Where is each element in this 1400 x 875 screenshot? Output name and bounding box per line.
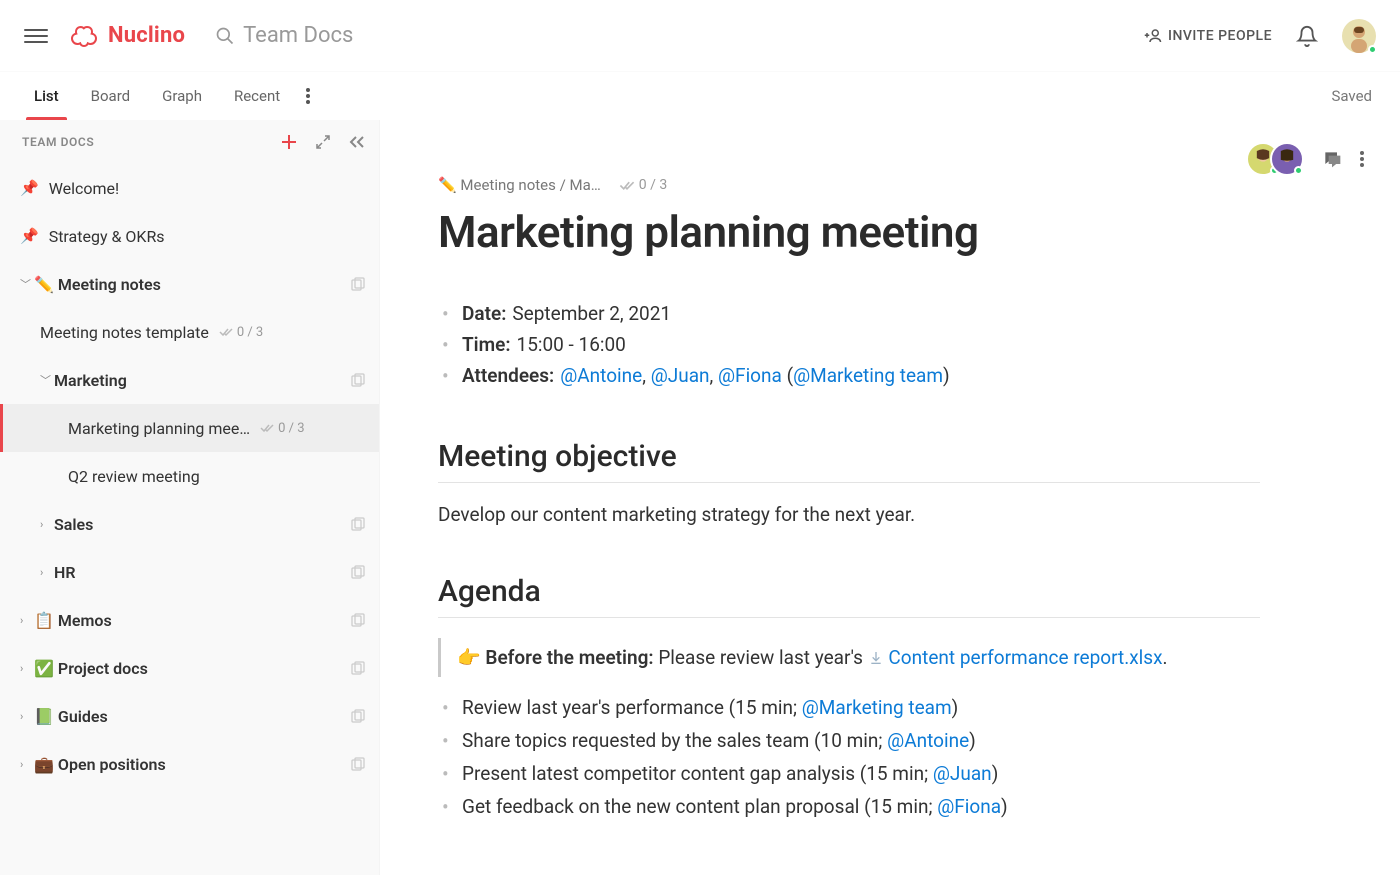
download-icon — [868, 650, 884, 666]
menu-button[interactable] — [24, 24, 48, 48]
brain-icon — [70, 25, 100, 47]
section-heading-agenda[interactable]: Agenda — [438, 574, 1260, 618]
chevron-down-icon: ﹀ — [20, 276, 34, 292]
collaborators — [1246, 142, 1304, 176]
agenda-item: Review last year's performance (15 min; … — [438, 691, 1260, 724]
sidebar-title: TEAM DOCS — [22, 135, 281, 149]
sidebar-item-project-docs[interactable]: › ✅ Project docs — [0, 644, 379, 692]
pin-icon: 📌 — [20, 227, 39, 245]
doc-icon — [351, 277, 365, 291]
comments-button[interactable] — [1322, 149, 1342, 169]
chevron-right-icon: › — [20, 710, 34, 723]
chevron-right-icon: › — [40, 566, 54, 579]
doc-icon — [351, 661, 365, 675]
mention[interactable]: @Fiona — [718, 364, 782, 387]
task-count: 0 / 3 — [619, 177, 667, 193]
tab-list[interactable]: List — [18, 72, 75, 120]
doc-icon — [351, 517, 365, 531]
pointing-right-icon: 👉 — [457, 646, 481, 669]
logo[interactable]: Nuclino — [70, 23, 185, 48]
task-count: 0 / 3 — [260, 421, 304, 436]
save-status: Saved — [1331, 87, 1372, 105]
sidebar-item-guides[interactable]: › 📗 Guides — [0, 692, 379, 740]
chevron-right-icon: › — [20, 662, 34, 675]
check-double-icon — [260, 423, 274, 433]
sidebar-item-memos[interactable]: › 📋 Memos — [0, 596, 379, 644]
invite-people-button[interactable]: INVITE PEOPLE — [1144, 27, 1272, 45]
agenda-item: Get feedback on the new content plan pro… — [438, 790, 1260, 823]
sidebar-item-q2-review[interactable]: Q2 review meeting — [0, 452, 379, 500]
search-input[interactable]: Team Docs — [215, 23, 353, 48]
chevron-double-left-icon — [349, 135, 365, 149]
more-vert-icon — [1360, 151, 1364, 167]
bell-icon — [1296, 25, 1318, 47]
sidebar-item-marketing[interactable]: ﹀ Marketing — [0, 356, 379, 404]
chevron-right-icon: › — [20, 614, 34, 627]
agenda-item: Present latest competitor content gap an… — [438, 757, 1260, 790]
sidebar-item-open-positions[interactable]: › 💼 Open positions — [0, 740, 379, 788]
chevron-right-icon: › — [40, 518, 54, 531]
pin-icon: 📌 — [20, 179, 39, 197]
tab-board[interactable]: Board — [75, 72, 146, 120]
expand-button[interactable] — [315, 134, 331, 150]
doc-icon — [351, 565, 365, 579]
callout[interactable]: 👉 Before the meeting: Please review last… — [438, 638, 1260, 677]
objective-text[interactable]: Develop our content marketing strategy f… — [438, 503, 1260, 526]
attachment-link[interactable]: Content performance report.xlsx — [868, 646, 1163, 669]
plus-icon — [281, 134, 297, 150]
collapse-button[interactable] — [349, 135, 365, 149]
mention[interactable]: @Juan — [933, 762, 992, 785]
sidebar-item-strategy[interactable]: 📌 Strategy & OKRs — [0, 212, 379, 260]
chat-icon — [1322, 149, 1342, 169]
doc-more-button[interactable] — [1360, 151, 1364, 167]
section-heading-objective[interactable]: Meeting objective — [438, 439, 1260, 483]
mention[interactable]: @Antoine — [560, 364, 642, 387]
pencil-icon: ✏️ — [34, 275, 54, 294]
sidebar-item-marketing-planning[interactable]: Marketing planning mee… 0 / 3 — [0, 404, 379, 452]
chevron-right-icon: › — [20, 758, 34, 771]
memo-icon: 📋 — [34, 611, 54, 630]
more-vert-icon — [306, 88, 310, 104]
notifications-button[interactable] — [1296, 25, 1318, 47]
logo-text: Nuclino — [108, 23, 185, 48]
expand-icon — [315, 134, 331, 150]
mention[interactable]: @Fiona — [937, 795, 1001, 818]
mention[interactable]: @Antoine — [887, 729, 969, 752]
agenda-list[interactable]: Review last year's performance (15 min; … — [438, 691, 1260, 823]
doc-icon — [351, 709, 365, 723]
tab-recent[interactable]: Recent — [218, 72, 296, 120]
doc-icon — [351, 613, 365, 627]
search-icon — [215, 26, 235, 46]
sidebar-item-meeting-notes[interactable]: ﹀ ✏️ Meeting notes — [0, 260, 379, 308]
check-icon: ✅ — [34, 659, 54, 678]
chevron-down-icon: ﹀ — [40, 372, 54, 388]
book-icon: 📗 — [34, 707, 54, 726]
add-item-button[interactable] — [281, 134, 297, 150]
meeting-meta[interactable]: Date: September 2, 2021 Time: 15:00 - 16… — [438, 298, 1260, 391]
mention[interactable]: @Marketing team — [793, 364, 943, 387]
invite-icon — [1144, 27, 1162, 45]
task-count: 0 / 3 — [219, 325, 263, 340]
breadcrumb[interactable]: ✏️ Meeting notes / Ma… — [438, 176, 601, 194]
briefcase-icon: 💼 — [34, 755, 54, 774]
mention[interactable]: @Marketing team — [802, 696, 952, 719]
sidebar-item-meeting-notes-template[interactable]: Meeting notes template 0 / 3 — [0, 308, 379, 356]
check-double-icon — [219, 327, 233, 337]
sidebar-item-hr[interactable]: › HR — [0, 548, 379, 596]
sidebar-item-sales[interactable]: › Sales — [0, 500, 379, 548]
agenda-item: Share topics requested by the sales team… — [438, 724, 1260, 757]
collaborator-avatar[interactable] — [1270, 142, 1304, 176]
page-title[interactable]: Marketing planning meeting — [438, 206, 1260, 258]
mention[interactable]: @Juan — [651, 364, 710, 387]
check-double-icon — [619, 180, 635, 191]
sidebar-item-welcome[interactable]: 📌 Welcome! — [0, 164, 379, 212]
doc-icon — [351, 757, 365, 771]
pencil-icon: ✏️ — [438, 176, 457, 194]
user-avatar[interactable] — [1342, 19, 1376, 53]
tabs-more-button[interactable] — [296, 88, 320, 104]
doc-icon — [351, 373, 365, 387]
tab-graph[interactable]: Graph — [146, 72, 218, 120]
